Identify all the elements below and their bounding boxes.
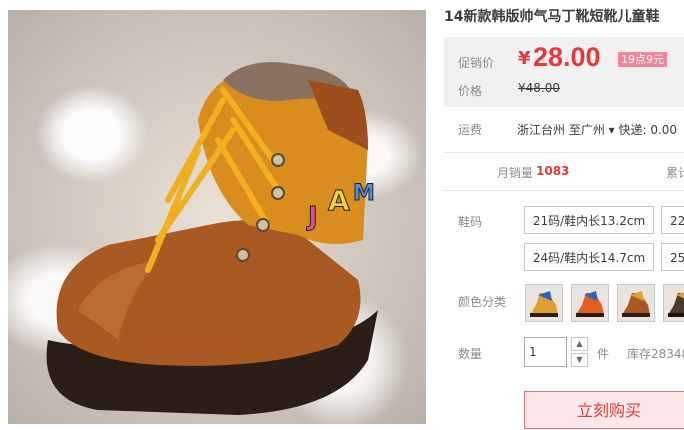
divider	[444, 152, 684, 153]
buy-now-button[interactable]: 立刻购买	[524, 391, 684, 429]
promo-price: 28.00	[533, 42, 601, 72]
svg-text:J: J	[306, 202, 318, 232]
size-option-24[interactable]: 24码/鞋内长14.7cm	[524, 243, 654, 271]
quantity-input[interactable]	[524, 337, 567, 367]
discount-badge[interactable]: 19点9元	[618, 52, 667, 67]
svg-text:M: M	[353, 181, 375, 206]
shipping-label: 运费	[458, 123, 483, 137]
product-title: 14新款韩版帅气马丁靴短靴儿童鞋	[444, 9, 660, 25]
color-label: 颜色分类	[458, 295, 507, 309]
color-swatch-brown-yellow[interactable]	[617, 284, 655, 322]
monthly-sales-label: 月销量	[497, 166, 534, 180]
chevron-down-icon: ▼	[576, 355, 583, 364]
size-label: 鞋码	[458, 215, 483, 229]
quantity-decrease-button[interactable]: ▼	[571, 353, 588, 367]
color-swatch-orange-blue[interactable]	[571, 284, 609, 322]
cumulative-label: 累计	[666, 166, 684, 180]
svg-text:A: A	[328, 184, 350, 217]
monthly-sales-count: 1083	[536, 164, 570, 178]
chevron-up-icon: ▲	[576, 339, 583, 348]
orig-price-label: 价格	[458, 84, 483, 98]
boot-illustration: J A M	[46, 62, 378, 415]
size-option-25[interactable]: 25	[661, 243, 684, 271]
quantity-increase-button[interactable]: ▲	[571, 337, 588, 351]
divider	[444, 190, 684, 191]
size-option-21[interactable]: 21码/鞋内长13.2cm	[524, 206, 654, 234]
color-swatch-dark[interactable]	[663, 284, 684, 322]
shipping-destination[interactable]: 浙江台州 至广州 ▾ 快递: 0.00	[517, 121, 677, 138]
quantity-label: 数量	[458, 347, 483, 361]
original-price: ¥48.00	[518, 81, 560, 95]
boot-thumb-icon	[622, 291, 650, 317]
boot-thumb-icon	[530, 291, 558, 317]
boot-thumb-icon	[668, 292, 684, 317]
main-product-image[interactable]: J A M	[8, 10, 426, 424]
stock-count: 库存28348	[627, 347, 684, 361]
promo-price-label: 促销价	[458, 56, 495, 70]
size-option-22[interactable]: 22	[661, 206, 684, 234]
currency-symbol: ¥	[518, 48, 531, 69]
color-swatch-yellow-blue[interactable]	[525, 284, 563, 322]
boot-thumb-icon	[576, 291, 604, 317]
quantity-unit: 件	[597, 347, 610, 361]
